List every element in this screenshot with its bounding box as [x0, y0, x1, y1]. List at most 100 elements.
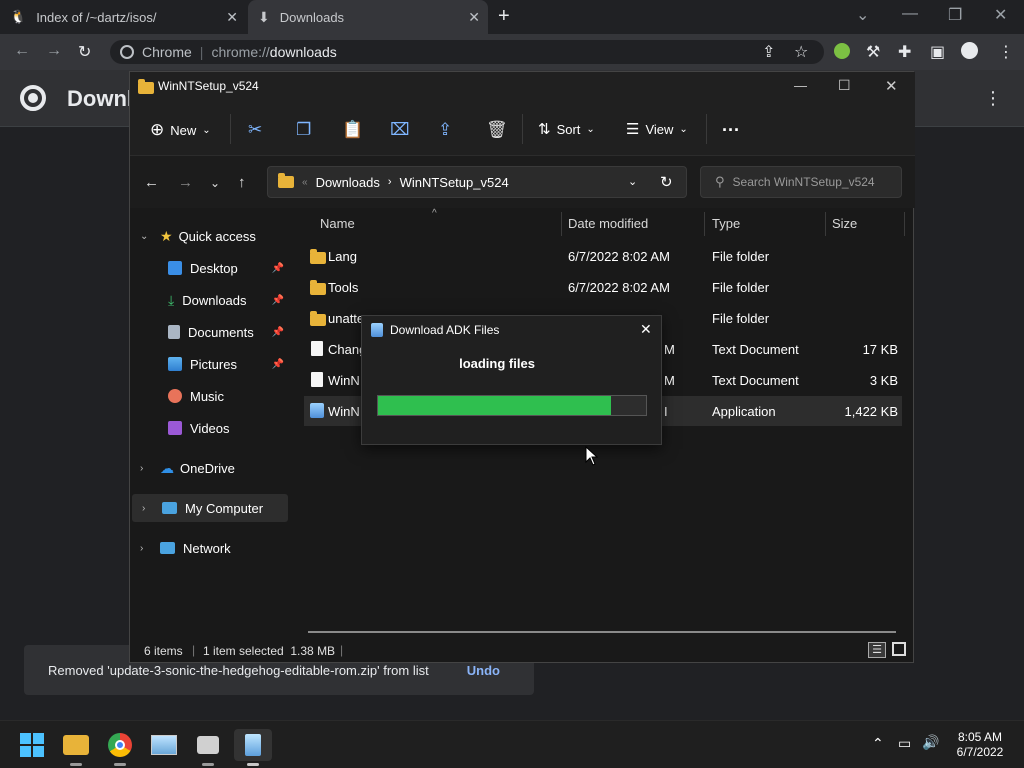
new-tab-button[interactable]: + [498, 5, 510, 28]
scissors-icon: ✂ [248, 120, 263, 139]
close-icon[interactable]: ✕ [226, 9, 238, 26]
address-bar[interactable]: « Downloads › WinNTSetup_v524 ⌄ ↻ [267, 166, 687, 198]
network-status-icon[interactable]: ▭ [898, 735, 911, 752]
minimize-button[interactable]: — [902, 5, 918, 23]
sidebar-item-pictures[interactable]: Pictures 📌 [130, 350, 288, 378]
new-button[interactable]: ⊕ New ⌄ [150, 120, 211, 140]
chrome-menu-icon[interactable]: ⋮ [998, 42, 1014, 62]
tab-downloads[interactable]: ⬇ Downloads ✕ [248, 0, 488, 34]
sidebar-item-onedrive[interactable]: › ☁ OneDrive [130, 454, 288, 482]
star-icon: ★ [160, 227, 173, 244]
side-panel-icon[interactable]: ▣ [930, 42, 945, 62]
file-explorer-icon[interactable] [60, 729, 92, 766]
sidebar-item-my-computer[interactable]: › My Computer [132, 494, 288, 522]
installer-icon[interactable] [192, 729, 224, 766]
column-header-size[interactable]: Size [832, 216, 857, 231]
extension-tool-icon[interactable]: ⚒ [866, 42, 880, 62]
cut-button[interactable]: ✂ [248, 120, 262, 140]
column-divider[interactable] [704, 212, 705, 236]
column-divider[interactable] [561, 212, 562, 236]
profile-avatar[interactable] [961, 42, 978, 59]
sidebar-item-network[interactable]: › Network [130, 534, 288, 562]
recent-locations-icon[interactable]: ⌄ [210, 176, 220, 190]
column-divider[interactable] [904, 212, 905, 236]
volume-icon[interactable]: 🔊 [922, 734, 939, 751]
chrome-page-icon [120, 45, 134, 59]
share-button[interactable]: ⇪ [438, 120, 452, 140]
refresh-icon[interactable]: ↻ [660, 173, 673, 191]
breadcrumb-downloads[interactable]: Downloads [316, 175, 380, 190]
table-row[interactable]: Tools 6/7/2022 8:02 AM File folder [304, 272, 902, 302]
undo-button[interactable]: Undo [467, 663, 500, 678]
restore-button[interactable]: ❐ [948, 5, 962, 25]
address-dropdown-icon[interactable]: ⌄ [628, 175, 637, 188]
photos-icon[interactable] [148, 729, 180, 761]
command-bar: ⊕ New ⌄ ✂ ❐ 📋 ⌧ ⇪ 🗑 ⇅ Sort ⌄ ☰ View ⌄ ··… [130, 102, 915, 156]
close-icon[interactable]: ✕ [468, 9, 480, 26]
table-row[interactable]: Lang 6/7/2022 8:02 AM File folder [304, 241, 902, 271]
sidebar-item-quick-access[interactable]: ⌄ ★ Quick access [130, 222, 288, 250]
sort-ascending-icon: ^ [432, 208, 437, 219]
explorer-titlebar[interactable]: WinNTSetup_v524 — ☐ ✕ [130, 72, 915, 102]
paste-icon: 📋 [342, 120, 364, 139]
copy-button[interactable]: ❐ [296, 120, 311, 140]
sort-button[interactable]: ⇅ Sort ⌄ [538, 120, 595, 138]
sidebar-item-downloads[interactable]: ⤓ Downloads 📌 [130, 286, 288, 314]
omnibox[interactable]: Chrome | chrome:// downloads [110, 40, 824, 64]
mouse-cursor-icon [585, 446, 599, 466]
clock[interactable]: 8:05 AM 6/7/2022 [940, 730, 1020, 760]
close-window-button[interactable]: ✕ [994, 5, 1007, 25]
breadcrumb-current[interactable]: WinNTSetup_v524 [400, 175, 509, 190]
start-icon[interactable] [16, 729, 48, 761]
view-button[interactable]: ☰ View ⌄ [626, 120, 688, 138]
forward-button[interactable]: → [178, 174, 193, 191]
back-button[interactable]: ← [14, 42, 30, 60]
minimize-button[interactable]: — [794, 78, 807, 93]
sidebar-item-desktop[interactable]: Desktop 📌 [130, 254, 288, 282]
chevron-up-icon[interactable]: ⌃ [872, 735, 884, 752]
column-divider[interactable] [825, 212, 826, 236]
tab-search-icon[interactable]: ⌄ [856, 5, 869, 25]
column-header-name[interactable]: Name [320, 216, 355, 231]
sidebar-item-music[interactable]: Music [130, 382, 288, 410]
sidebar-item-label: Music [190, 388, 224, 404]
horizontal-scrollbar[interactable] [308, 631, 896, 633]
rename-button[interactable]: ⌧ [390, 120, 410, 140]
text-document-icon [311, 372, 323, 387]
sidebar-item-videos[interactable]: Videos [130, 414, 288, 442]
clock-date: 6/7/2022 [956, 745, 1004, 759]
column-header-type[interactable]: Type [712, 216, 740, 231]
tab-index-isos[interactable]: 🐧 Index of /~dartz/isos/ ✕ [0, 0, 246, 34]
bookmark-star-icon[interactable]: ☆ [794, 42, 808, 62]
share-icon[interactable]: ⇪ [762, 42, 775, 62]
page-menu-icon[interactable]: ⋮ [984, 88, 1002, 109]
pin-icon: 📌 [271, 294, 284, 306]
close-icon[interactable]: ✕ [640, 321, 652, 338]
maximize-button[interactable]: ☐ [838, 77, 851, 94]
delete-button[interactable]: 🗑 [486, 120, 508, 140]
details-view-icon[interactable]: ☰ [868, 642, 886, 658]
sidebar-item-documents[interactable]: Documents 📌 [130, 318, 288, 346]
up-button[interactable]: ↑ [238, 174, 246, 191]
search-box[interactable]: ⚲ Search WinNTSetup_v524 [700, 166, 902, 198]
download-icon: ⬇ [258, 8, 270, 25]
reload-button[interactable]: ↻ [78, 42, 91, 62]
view-lines-icon: ☰ [626, 121, 640, 138]
tux-icon: 🐧 [10, 9, 27, 24]
navigation-pane: ⌄ ★ Quick access Desktop 📌 ⤓ Downloads 📌… [130, 208, 290, 638]
extensions-puzzle-icon[interactable]: ✚ [898, 42, 911, 62]
file-type: Application [712, 404, 776, 419]
paste-button[interactable]: 📋 [342, 120, 363, 140]
column-header-date[interactable]: Date modified [568, 216, 648, 231]
tiles-view-icon[interactable] [892, 642, 906, 656]
close-window-button[interactable]: ✕ [885, 77, 898, 95]
more-options-icon[interactable]: ··· [722, 120, 740, 141]
extension-face-icon[interactable] [834, 43, 850, 59]
setup-app-icon[interactable] [234, 729, 272, 766]
forward-button[interactable]: → [46, 42, 62, 60]
chevron-right-icon: › [142, 502, 146, 514]
sidebar-item-label: Documents [188, 324, 254, 340]
chrome-icon[interactable] [104, 729, 136, 766]
computer-icon [162, 502, 177, 514]
back-button[interactable]: ← [144, 174, 159, 191]
